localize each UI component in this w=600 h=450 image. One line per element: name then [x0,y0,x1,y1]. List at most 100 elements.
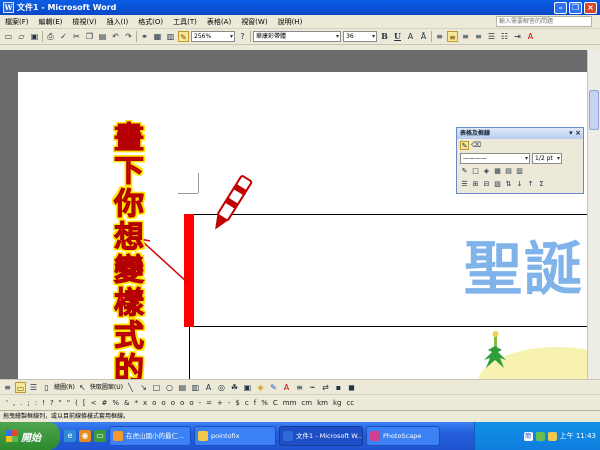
symbol-button[interactable]: : [35,395,37,411]
arrow-style-icon[interactable]: ⇄ [320,382,331,393]
open-icon[interactable]: ▱ [16,31,27,42]
outside-border-icon[interactable]: □ [471,167,480,176]
picture-icon[interactable]: ▣ [242,382,253,393]
menu-file[interactable]: 檔案(F) [0,15,34,29]
arrow-icon[interactable]: ↘ [138,382,149,393]
dash-style-icon[interactable]: ┅ [307,382,318,393]
symbol-button[interactable]: . [20,395,22,411]
bold-button[interactable]: B [379,31,390,42]
symbol-button[interactable]: o [161,395,165,411]
eraser-icon[interactable]: ⌫ [471,141,481,150]
symbol-button[interactable]: - [199,395,202,411]
spell-icon[interactable]: ✓ [58,31,69,42]
close-icon[interactable]: ▾ × [569,128,581,139]
symbol-button[interactable]: ( [75,395,78,411]
distribute-cols-icon[interactable]: ⊟ [482,180,491,189]
tables-borders-toolbar[interactable]: 表格及框線 ▾ × ✎ ⌫ ———— 1/2 pt ✎ □ ◈ ▦ ▤ ▥ ☰ [456,127,584,194]
symbol-button[interactable]: km [317,395,328,411]
border-color-icon[interactable]: ✎ [460,167,469,176]
symbol-button[interactable]: ; [27,395,29,411]
symbol-button[interactable]: o [152,395,156,411]
line-style-icon[interactable]: ≡ [294,382,305,393]
firefox-icon[interactable]: ◉ [79,430,91,442]
textbox-icon[interactable]: ▤ [177,382,188,393]
document-workspace[interactable]: 聖誕 畫下你想變樣式的線條 表格及框線 ▾ × ✎ ⌫ [0,45,600,379]
symbol-button[interactable]: c [245,395,249,411]
symbol-button[interactable]: % [112,395,119,411]
scroll-thumb[interactable] [589,90,599,130]
font-size-select[interactable]: 36 [343,31,377,42]
menu-insert[interactable]: 插入(I) [102,15,134,29]
word-app-icon[interactable]: W [3,2,14,13]
help-search-input[interactable]: 輸入需要解答的問題 [496,16,592,27]
sort-desc-icon[interactable]: ↑ [526,180,535,189]
outline-view-icon[interactable]: ☰ [28,382,39,393]
rectangle-icon[interactable]: □ [151,382,162,393]
numbering-icon[interactable]: ☰ [486,31,497,42]
symbol-button[interactable]: & [124,395,129,411]
symbol-button[interactable]: - [228,395,231,411]
font-select[interactable]: 華康彩帶體 [253,31,341,42]
line-icon[interactable]: ╲ [125,382,136,393]
font-color-icon[interactable]: A [281,382,292,393]
menu-table[interactable]: 表格(A) [202,15,236,29]
vertical-scrollbar[interactable] [587,50,600,379]
save-icon[interactable]: ▣ [29,31,40,42]
symbol-button[interactable]: ? [50,395,54,411]
align-left-icon[interactable]: ≡ [434,31,445,42]
line-weight-select[interactable]: 1/2 pt [532,153,562,164]
symbol-button[interactable]: kg [333,395,342,411]
char-shading-icon[interactable]: Ā [418,31,429,42]
autosum-icon[interactable]: Σ [537,180,546,189]
draw-table-icon[interactable]: ✎ [178,31,189,42]
underline-button[interactable]: U [392,31,403,42]
symbol-button[interactable]: # [101,395,107,411]
bullets-icon[interactable]: ☷ [499,31,510,42]
document-page[interactable]: 聖誕 畫下你想變樣式的線條 [18,72,600,379]
reading-view-icon[interactable]: ▯ [41,382,52,393]
symbol-button[interactable]: " [59,395,62,411]
tables-borders-title[interactable]: 表格及框線 ▾ × [457,128,583,139]
distribute-rows-icon[interactable]: ⊞ [471,180,480,189]
taskbar-task-word[interactable]: 文件1 - Microsoft W... [279,426,363,446]
clipart-icon[interactable]: ☘ [229,382,240,393]
text-direction-icon[interactable]: ⇅ [504,180,513,189]
vertical-textbox-icon[interactable]: ▥ [190,382,201,393]
menu-view[interactable]: 檢視(V) [67,15,101,29]
symbol-button[interactable]: = [206,395,212,411]
columns-icon[interactable]: ▥ [165,31,176,42]
fill-color-icon[interactable]: ◈ [255,382,266,393]
symbol-button[interactable]: x [143,395,147,411]
align-right-icon[interactable]: ≡ [460,31,471,42]
menu-window[interactable]: 視窗(W) [236,15,272,29]
symbol-button[interactable]: [ [83,395,86,411]
clock[interactable]: 上午 11:43 [560,431,596,441]
table-bottom-border[interactable] [184,326,600,327]
taskbar-task-photoscape[interactable]: PhotoScape [366,426,440,446]
zoom-select[interactable]: 256% [191,31,235,42]
symbol-button[interactable]: % [261,395,268,411]
copy-icon[interactable]: ❐ [84,31,95,42]
new-icon[interactable]: ▭ [3,31,14,42]
draw-menu[interactable]: 繪圖(R) [54,380,75,395]
select-arrow-icon[interactable]: ↖ [77,382,88,393]
taskbar-task-folder[interactable]: pointofix [194,426,276,446]
desktop-icon[interactable]: ▭ [94,430,106,442]
cut-icon[interactable]: ✂ [71,31,82,42]
taskbar-task-browser[interactable]: 在虎山國小的最仁... [109,426,191,446]
char-border-icon[interactable]: A [405,31,416,42]
help-icon[interactable]: ? [237,31,248,42]
shadow-icon[interactable]: ▪ [333,382,344,393]
undo-icon[interactable]: ↶ [110,31,121,42]
ime-indicator[interactable]: 簡 [523,431,533,441]
justify-icon[interactable]: ≡ [473,31,484,42]
merge-cells-icon[interactable]: ▤ [504,167,513,176]
menu-format[interactable]: 格式(O) [133,15,168,29]
symbol-button[interactable]: mm [283,395,297,411]
symbol-button[interactable]: * [134,395,138,411]
symbol-button[interactable]: < [91,395,97,411]
diagram-icon[interactable]: ◎ [216,382,227,393]
symbol-button[interactable]: o [189,395,193,411]
align-center-icon[interactable]: ≡ [447,31,458,42]
align-icon[interactable]: ☰ [460,180,469,189]
